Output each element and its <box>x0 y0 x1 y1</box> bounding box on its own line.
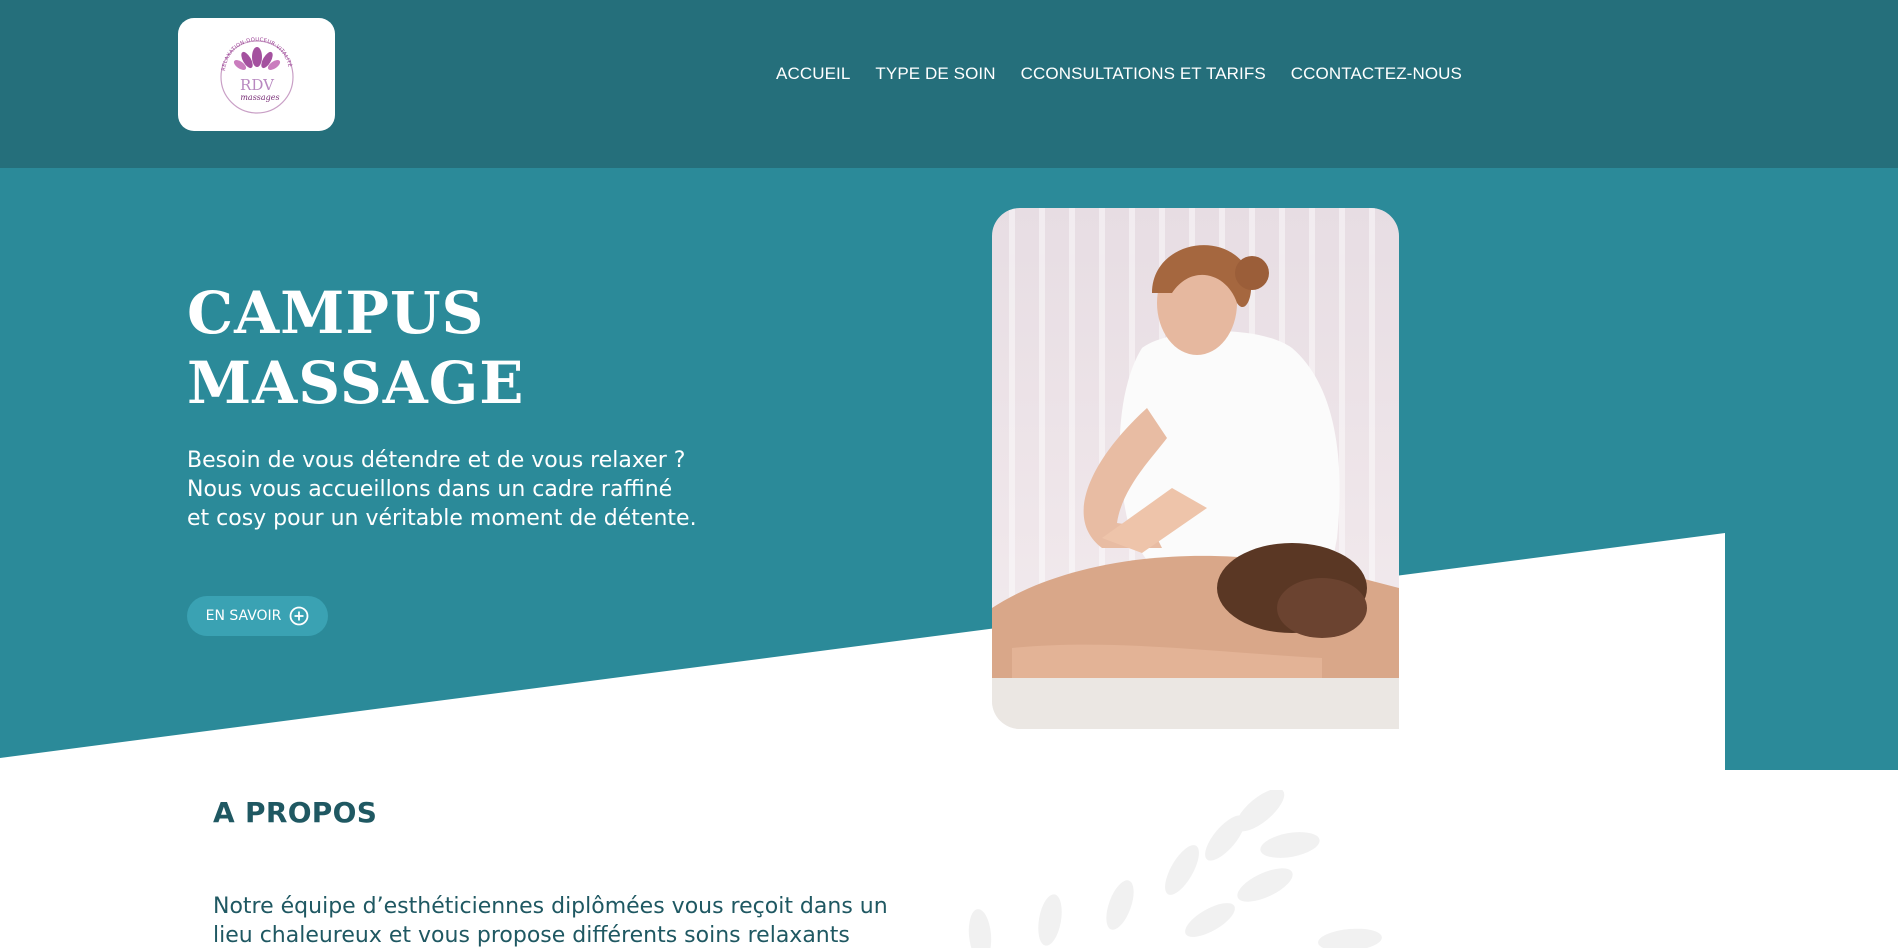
nav-contactez-nous[interactable]: CCONTACTEZ-NOUS <box>1291 64 1462 84</box>
about-text-line-1: Notre équipe d’esthéticiennes diplômées … <box>213 894 888 919</box>
hero-text-line-3: et cosy pour un véritable moment de déte… <box>187 506 697 531</box>
about-text-line-2: lieu chaleureux et vous propose différen… <box>213 923 850 948</box>
en-savoir-label: EN SAVOIR <box>205 608 282 624</box>
logo-sub-text: massages <box>240 93 279 102</box>
lotus-logo-icon: RELAXATION·DOUCEUR·VITALITÉ RDV massages <box>219 36 294 114</box>
hero-title-line-1: CAMPUS <box>187 279 485 347</box>
hero-text-line-2: Nous vous accueillons dans un cadre raff… <box>187 477 673 502</box>
nav-type-de-soin[interactable]: TYPE DE SOIN <box>875 64 995 84</box>
massage-scene-illustration <box>992 208 1399 729</box>
main-nav: ACCUEIL TYPE DE SOIN CCONSULTATIONS ET T… <box>776 64 1462 84</box>
plus-circle-icon <box>290 606 309 626</box>
en-savoir-button[interactable]: EN SAVOIR <box>187 596 328 636</box>
hero-text-line-1: Besoin de vous détendre et de vous relax… <box>187 448 686 473</box>
about-title: A PROPOS <box>213 796 378 829</box>
about-description: Notre équipe d’esthéticiennes diplômées … <box>213 892 953 948</box>
hero-title-line-2: MASSAGE <box>187 349 525 417</box>
nav-consultations-tarifs[interactable]: CCONSULTATIONS ET TARIFS <box>1021 64 1266 84</box>
logo-main-text: RDV <box>240 76 275 94</box>
hero-title: CAMPUS MASSAGE <box>187 278 524 418</box>
site-logo[interactable]: RELAXATION·DOUCEUR·VITALITÉ RDV massages <box>178 18 335 131</box>
leaf-decoration <box>968 790 1382 948</box>
massage-photo <box>992 208 1399 729</box>
nav-accueil[interactable]: ACCUEIL <box>776 64 850 84</box>
hero-description: Besoin de vous détendre et de vous relax… <box>187 446 747 533</box>
site-header: RELAXATION·DOUCEUR·VITALITÉ RDV massages… <box>0 0 1898 168</box>
